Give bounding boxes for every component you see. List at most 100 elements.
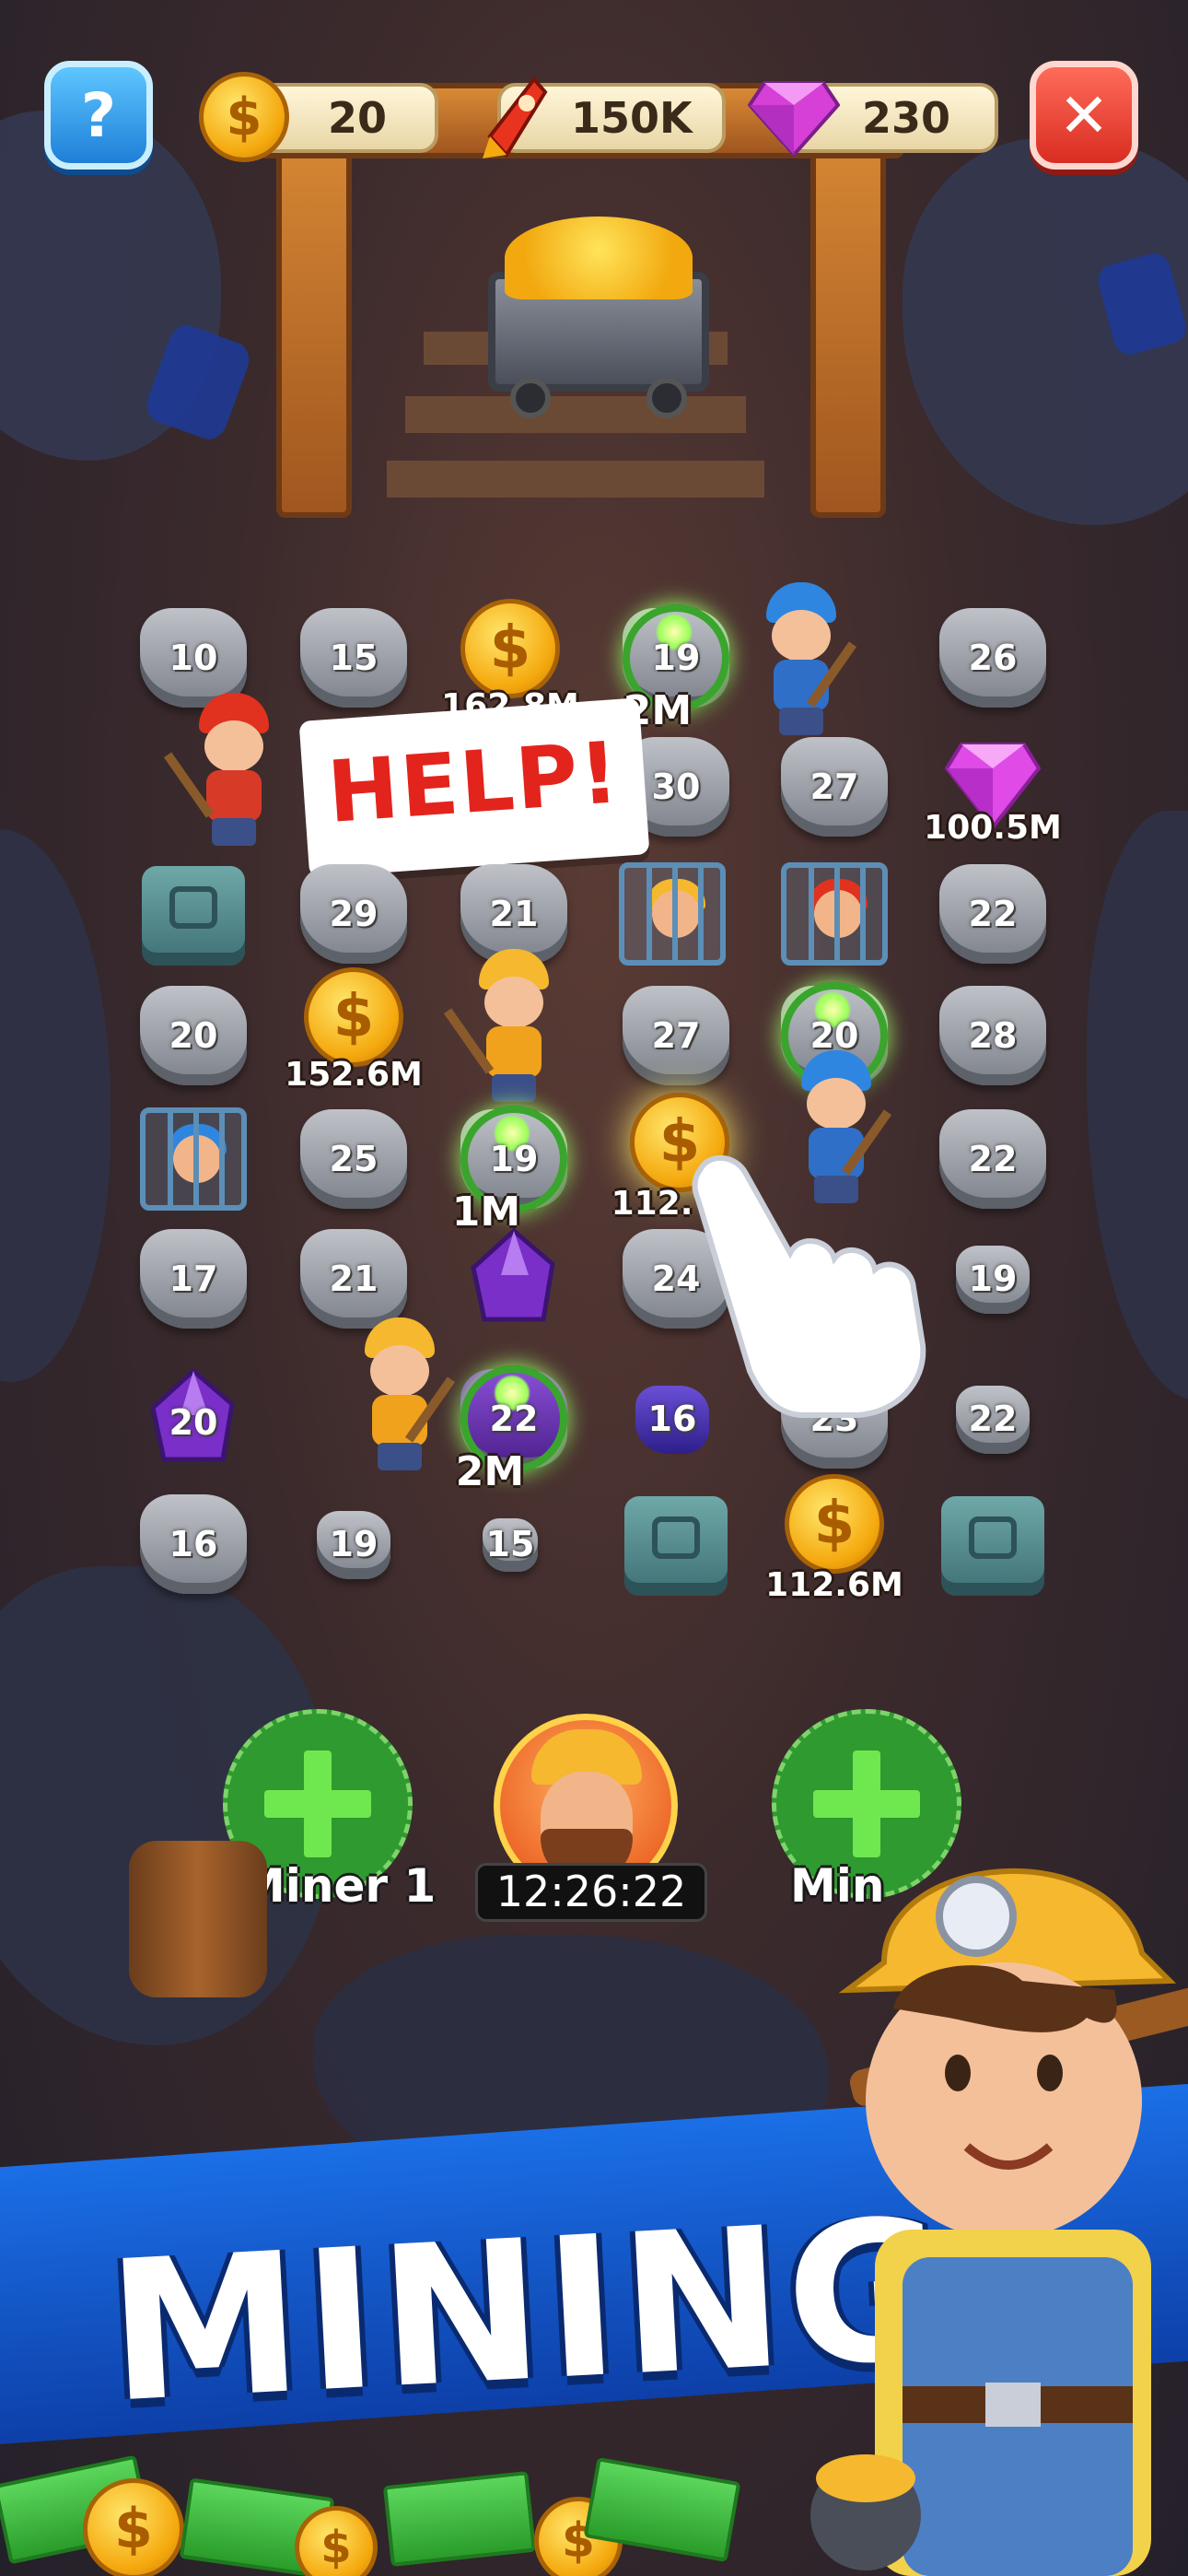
caged-miner-tile[interactable]	[136, 1102, 250, 1216]
rock-level: 20	[169, 1015, 218, 1056]
coin-icon: $	[785, 1474, 884, 1574]
caged-miner-tile[interactable]	[615, 857, 729, 971]
mine-rail	[387, 461, 764, 498]
swirl-icon	[652, 1516, 700, 1559]
rock-level: 17	[169, 1259, 218, 1299]
miner-character[interactable]	[163, 693, 289, 849]
miner-body	[486, 1026, 542, 1078]
rock-level: 10	[169, 638, 218, 678]
rock-tile[interactable]: 27	[777, 730, 891, 844]
reward-amount: 152.6M	[285, 1056, 423, 1094]
rock-level: 15	[485, 1524, 535, 1564]
coin-reward-tile[interactable]: $ 162.8M	[441, 599, 579, 725]
coin-icon: $	[83, 2478, 184, 2576]
rock-level: 19	[329, 1524, 379, 1564]
rock-level: 16	[169, 1524, 218, 1564]
mine-beam	[276, 111, 352, 518]
rock-tile[interactable]: 28	[936, 978, 1050, 1093]
coin-reward-tile[interactable]: $ 152.6M	[285, 967, 423, 1094]
rock-tile[interactable]: 19	[297, 1487, 411, 1601]
rock-tile[interactable]: 27	[619, 978, 733, 1093]
amethyst-tile[interactable]	[457, 1222, 571, 1336]
mining-rock-tile[interactable]: 19 2M	[619, 601, 733, 734]
tutorial-hand-icon	[692, 1154, 926, 1418]
miner-legs	[212, 818, 256, 846]
rock-level: 26	[968, 638, 1018, 678]
rocket-icon	[483, 76, 548, 158]
rock-level: 27	[651, 1015, 701, 1056]
miner-head	[807, 1078, 866, 1130]
cage-bar	[672, 868, 678, 960]
cage-bar	[860, 868, 866, 960]
rock-level: 19	[651, 638, 701, 678]
rock-tile[interactable]: 20	[136, 978, 250, 1093]
coin-icon: $	[304, 967, 403, 1067]
stone-block-tile[interactable]	[936, 1487, 1050, 1601]
mine-beam	[810, 111, 886, 518]
coin-icon: $	[295, 2506, 378, 2576]
cage-bar	[646, 868, 652, 960]
miner-slot-label: Miner 1	[239, 1859, 437, 1913]
coin-reward-tile[interactable]: $ 112.6M	[765, 1474, 903, 1604]
rock-tile[interactable]: 29	[297, 857, 411, 971]
reward-amount: 100.5M	[924, 809, 1062, 847]
close-button[interactable]: ✕	[1030, 61, 1138, 170]
rocket-value: 150K	[571, 93, 693, 143]
gem-reward-tile[interactable]: 100.5M	[924, 730, 1062, 847]
coin-value: 20	[328, 93, 388, 143]
miner-head	[772, 610, 831, 662]
cage	[781, 862, 888, 966]
cart-wheel	[510, 378, 551, 418]
cage-bar	[219, 1113, 225, 1205]
mining-rock-tile[interactable]: 22 2M	[456, 1362, 571, 1495]
rock-tile[interactable]: 17	[136, 1222, 250, 1336]
amethyst-tile[interactable]: 20	[136, 1362, 250, 1476]
rock-level: 21	[329, 1259, 379, 1299]
mascot-miner	[810, 1868, 1188, 2576]
cave-rock	[1087, 811, 1188, 1400]
rock-tile[interactable]: 26	[936, 601, 1050, 715]
miner-body	[206, 770, 262, 822]
coin-icon: $	[199, 72, 289, 162]
help-text: HELP!	[324, 723, 623, 842]
amethyst-icon	[471, 1227, 555, 1322]
reward-amount: 112.6M	[765, 1566, 903, 1604]
rock-level: 25	[329, 1139, 379, 1179]
game-scene: ? 20 $ 150K 230 ✕ 10 15 $ 162.8M 19	[0, 0, 1188, 2576]
miner-character[interactable]	[443, 949, 569, 1106]
cash-bill	[382, 2470, 537, 2568]
rock-tile[interactable]: 15	[453, 1487, 567, 1601]
rock-tile[interactable]: 22	[936, 857, 1050, 971]
rock-level: 19	[489, 1139, 539, 1179]
gold-pile	[505, 217, 693, 299]
swirl-icon	[969, 1516, 1017, 1559]
miner-head	[370, 1345, 429, 1397]
miner-character[interactable]	[742, 582, 857, 739]
plus-icon	[264, 1790, 371, 1818]
rock-tile[interactable]: 16	[136, 1487, 250, 1601]
help-button[interactable]: ?	[44, 61, 153, 170]
gold-cart	[488, 217, 709, 418]
rock-tile[interactable]: 15	[297, 601, 411, 715]
miner-legs	[492, 1074, 536, 1102]
stone-block-tile[interactable]	[619, 1487, 733, 1601]
miner-head	[484, 977, 543, 1028]
cage-bar	[698, 868, 704, 960]
question-icon: ?	[80, 79, 117, 151]
rock-level: 29	[329, 894, 379, 934]
swirl-icon	[169, 886, 217, 929]
miner-head	[204, 720, 263, 772]
cage	[140, 1107, 247, 1211]
caged-miner-tile[interactable]	[777, 857, 891, 971]
rock-level: 21	[489, 894, 539, 934]
help-speech-bubble: HELP!	[298, 697, 650, 878]
close-icon: ✕	[1058, 79, 1110, 151]
rock-level: 22	[968, 894, 1018, 934]
stone-block	[624, 1496, 728, 1596]
rock-level: 20	[169, 1402, 218, 1443]
coin-icon: $	[460, 599, 560, 698]
rock-level: 15	[329, 638, 379, 678]
rock-level: 27	[809, 767, 859, 807]
stone-block-tile[interactable]	[136, 857, 250, 971]
cage-bar	[809, 868, 814, 960]
